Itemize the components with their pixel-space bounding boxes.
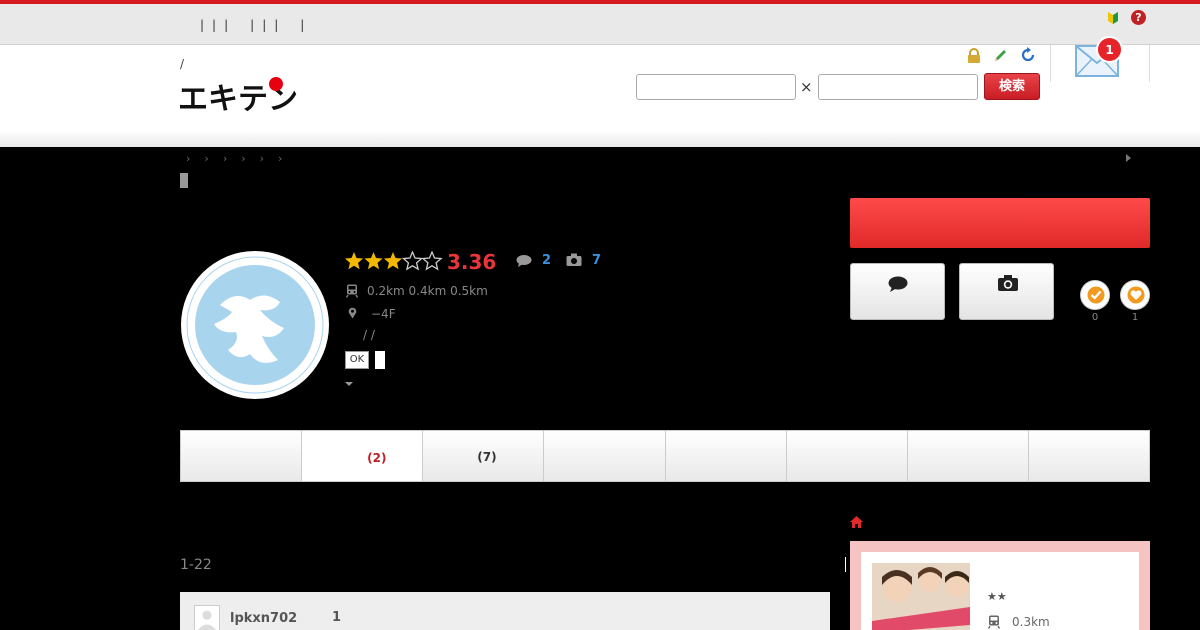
top-nav-separator: | xyxy=(250,18,255,32)
tab-count-label: (2) xyxy=(367,451,387,465)
tab-6[interactable] xyxy=(786,431,908,481)
breadcrumb: › › › › › › xyxy=(186,152,296,165)
tab-1[interactable] xyxy=(181,431,303,481)
shop-logo-image xyxy=(181,251,329,399)
refresh-icon[interactable] xyxy=(1020,47,1036,63)
shop-tabs: (2) (7) xyxy=(180,430,1150,482)
ok-badge: OK xyxy=(345,351,369,369)
breadcrumb-chevron[interactable]: › xyxy=(186,152,190,165)
tab-3[interactable]: (7) xyxy=(423,431,545,481)
beginner-mark-icon[interactable] xyxy=(1107,11,1119,25)
user-avatar[interactable] xyxy=(194,605,220,630)
train-icon xyxy=(987,615,1001,629)
breadcrumb-chevron[interactable]: › xyxy=(223,152,227,165)
shop-thumbnail-image[interactable] xyxy=(872,563,970,630)
heart-icon xyxy=(1127,286,1145,304)
comment-count[interactable]: 2 xyxy=(542,253,551,268)
breadcrumb-expand-arrow-icon[interactable] xyxy=(1126,154,1131,162)
header-divider xyxy=(1149,45,1150,82)
search-clear-symbol: × xyxy=(800,78,813,96)
rating-stars-graphic xyxy=(344,250,443,271)
breadcrumb-chevron[interactable]: › xyxy=(204,152,208,165)
top-nav-separator: | xyxy=(212,18,217,32)
category-badge xyxy=(180,173,188,188)
address-floor: −4F xyxy=(371,307,396,321)
rating-stars xyxy=(344,250,444,275)
keyword-search-input[interactable] xyxy=(636,74,796,100)
star-filled-icon xyxy=(364,252,383,270)
camera-icon xyxy=(998,275,1018,291)
tab-5[interactable] xyxy=(665,431,787,481)
reservation-button[interactable] xyxy=(850,198,1150,248)
recommended-rating: ★★ xyxy=(987,590,1007,603)
tab-2[interactable]: (2) xyxy=(302,431,424,481)
hours-slashes: / / xyxy=(363,328,375,342)
review-count-range: 1-22 xyxy=(180,557,212,573)
star-empty-icon xyxy=(421,250,443,271)
rating-score: 3.36 xyxy=(447,250,497,274)
review-username[interactable]: lpkxn702 xyxy=(230,611,297,626)
comment-icon xyxy=(516,255,532,267)
tab-count-label: (7) xyxy=(477,450,497,464)
header-divider xyxy=(1050,45,1051,82)
tab-7[interactable] xyxy=(907,431,1029,481)
header-slash: / xyxy=(180,57,185,71)
post-photo-button[interactable] xyxy=(959,263,1054,320)
station-distances: 0.2km 0.4km 0.5km xyxy=(367,284,488,298)
photo-count[interactable]: 7 xyxy=(592,253,601,268)
tab-8[interactable] xyxy=(1028,431,1149,481)
speech-bubble-icon xyxy=(888,276,908,292)
top-nav-separator: | xyxy=(224,18,229,32)
top-nav-separator: | xyxy=(274,18,279,32)
review-number: 1 xyxy=(332,610,342,625)
ekiten-logo[interactable]: エキテン xyxy=(178,75,298,115)
photo-icon xyxy=(566,253,582,266)
check-icon xyxy=(1087,286,1105,304)
breadcrumb-chevron[interactable]: › xyxy=(241,152,245,165)
breadcrumb-chevron[interactable]: › xyxy=(260,152,264,165)
notification-badge: 1 xyxy=(1096,36,1123,63)
check-in-count: 0 xyxy=(1091,312,1099,323)
search-button[interactable]: 検索 xyxy=(984,73,1040,100)
location-pin-icon xyxy=(348,307,357,319)
area-search-input[interactable] xyxy=(818,74,978,100)
feature-badge xyxy=(375,351,385,369)
write-review-button[interactable] xyxy=(850,263,945,320)
recommended-distance: 0.3km xyxy=(1012,615,1050,629)
star-filled-icon xyxy=(344,252,364,270)
top-nav-separator: | xyxy=(300,18,305,32)
top-nav-separator: | xyxy=(262,18,267,32)
favorite-button[interactable] xyxy=(1120,280,1150,310)
train-icon xyxy=(345,284,359,298)
top-nav-bar: | | | | | | | ? xyxy=(0,4,1200,45)
lock-icon[interactable] xyxy=(967,48,981,64)
text-cursor xyxy=(845,557,846,572)
pencil-icon[interactable] xyxy=(993,48,1008,63)
home-icon xyxy=(850,516,863,528)
breadcrumb-chevron[interactable]: › xyxy=(278,152,282,165)
favorite-count: 1 xyxy=(1131,312,1139,323)
top-nav-separator: | xyxy=(200,18,205,32)
star-filled-icon xyxy=(383,252,403,270)
show-more-caret-icon[interactable] xyxy=(345,382,353,386)
check-in-button[interactable] xyxy=(1080,280,1110,310)
top-nav-links: | | | | | | | xyxy=(200,18,312,32)
help-icon[interactable]: ? xyxy=(1131,10,1146,25)
header-shadow xyxy=(0,130,1200,147)
tab-4[interactable] xyxy=(544,431,666,481)
star-empty-icon xyxy=(401,250,424,271)
